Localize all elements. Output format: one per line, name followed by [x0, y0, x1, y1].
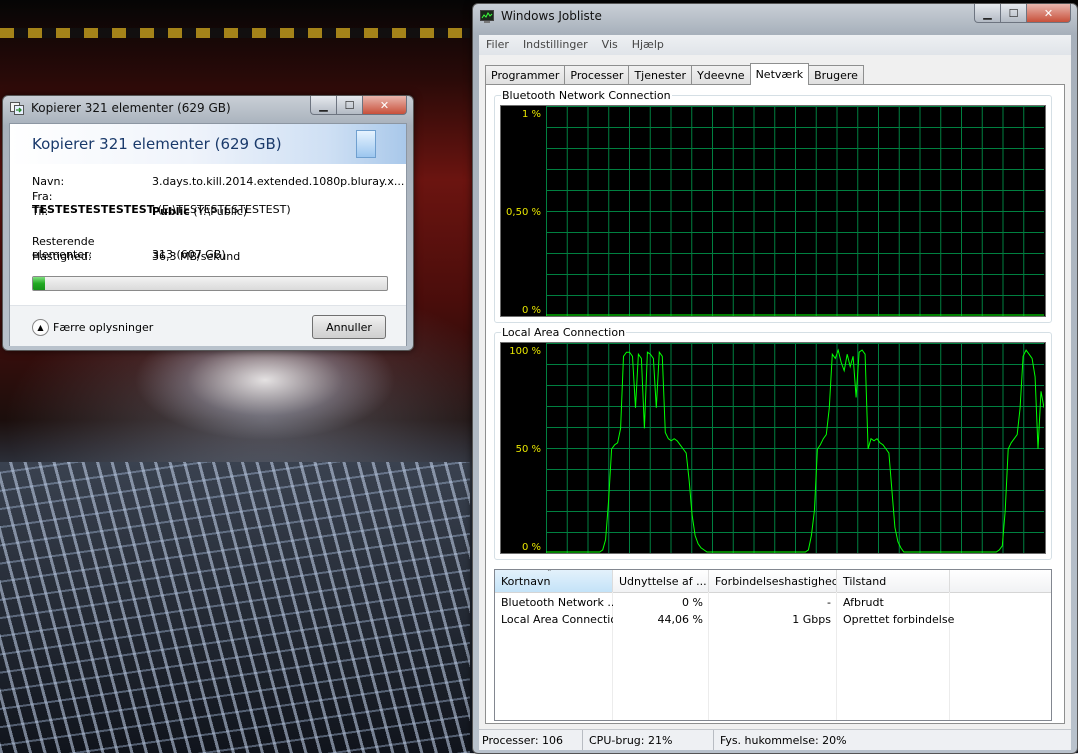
column-header-name-label: Kortnavn — [501, 574, 551, 588]
menu-view[interactable]: Vis — [595, 35, 625, 55]
lan-graph: 100 % 50 % 0 % — [500, 342, 1046, 554]
minimize-button[interactable]: ▁ — [974, 4, 1001, 23]
maximize-icon: ☐ — [1008, 6, 1019, 20]
row-speed: - — [827, 596, 831, 609]
menu-options[interactable]: Indstillinger — [516, 35, 595, 55]
row-state: Afbrudt — [843, 596, 884, 609]
tab-services[interactable]: Tjenester — [628, 65, 693, 84]
maximize-button[interactable]: ☐ — [1001, 4, 1027, 23]
lan-y-min: 0 % — [521, 542, 541, 553]
from-label: Fra: — [32, 190, 53, 203]
bluetooth-graph: 1 % 0,50 % 0 % — [500, 105, 1046, 317]
speed-row: Hastighed: 36,3 MB/sekund — [32, 250, 240, 263]
maximize-icon: ☐ — [344, 98, 355, 112]
row-speed: 1 Gbps — [792, 613, 831, 626]
task-manager-titlebar[interactable]: Windows Jobliste ▁ ☐ ✕ — [473, 4, 1077, 30]
close-icon: ✕ — [1043, 6, 1054, 20]
copy-dialog: Kopierer 321 elementer (629 GB) ▁ ☐ ✕ Ko… — [2, 95, 414, 351]
copy-progress-bar — [32, 276, 388, 291]
task-manager-window: Windows Jobliste ▁ ☐ ✕ Filer Indstilling… — [472, 3, 1078, 754]
name-value: 3.days.to.kill.2014.extended.1080p.blura… — [152, 175, 405, 188]
column-header-name[interactable]: ˄ Kortnavn — [495, 570, 613, 592]
bluetooth-graph-label: Bluetooth Network Connection — [501, 89, 672, 102]
status-processes: Processer: 106 — [479, 730, 583, 750]
to-destination-path: (Y:\Public) — [193, 205, 248, 218]
wallpaper-stripe — [0, 28, 470, 38]
wallpaper-grate — [0, 462, 470, 753]
sort-ascending-icon: ˄ — [547, 570, 552, 579]
column-header-utilization[interactable]: Udnyttelse af ... — [613, 570, 709, 592]
name-label: Navn: — [32, 175, 65, 188]
tab-networking[interactable]: Netværk — [749, 63, 810, 85]
task-manager-title: Windows Jobliste — [501, 9, 602, 23]
lan-graph-label: Local Area Connection — [501, 326, 627, 339]
copy-files-icon — [10, 102, 24, 115]
tab-processes[interactable]: Processer — [564, 65, 630, 84]
menu-bar: Filer Indstillinger Vis Hjælp — [479, 35, 1071, 55]
table-row[interactable]: Bluetooth Network ... 0 % - Afbrudt — [495, 596, 1051, 612]
copy-progress-fill — [33, 277, 46, 290]
column-header-state[interactable]: Tilstand — [837, 570, 950, 592]
task-manager-icon — [480, 10, 494, 23]
networking-panel: Bluetooth Network Connection 1 % 0,50 % … — [485, 84, 1065, 724]
close-button[interactable]: ✕ — [363, 96, 407, 115]
task-manager-caption-buttons: ▁ ☐ ✕ — [974, 4, 1071, 23]
to-row: Til: Public (Y:\Public) — [32, 205, 247, 218]
column-header-filler — [950, 570, 1051, 592]
to-label: Til: — [32, 205, 49, 218]
status-bar: Processer: 106 CPU-brug: 21% Fys. hukomm… — [479, 729, 1071, 750]
copy-dialog-banner: Kopierer 321 elementer (629 GB) — [10, 124, 406, 164]
fewer-details-toggle[interactable]: ▲ Færre oplysninger — [32, 319, 153, 336]
lan-graph-canvas — [546, 343, 1044, 553]
name-row: Navn: 3.days.to.kill.2014.extended.1080p.… — [32, 175, 404, 188]
speed-value: 36,3 MB/sekund — [152, 250, 241, 263]
speed-label: Hastighed: — [32, 250, 92, 263]
maximize-button[interactable]: ☐ — [337, 96, 363, 115]
table-row[interactable]: Local Area Connection 44,06 % 1 Gbps Opr… — [495, 613, 1051, 629]
bluetooth-y-min: 0 % — [521, 305, 541, 316]
minimize-icon: ▁ — [983, 6, 992, 20]
tab-strip: Programmer Processer Tjenester Ydeevne N… — [485, 63, 864, 85]
task-manager-body: Programmer Processer Tjenester Ydeevne N… — [479, 55, 1071, 729]
row-state: Oprettet forbindelse — [843, 613, 955, 626]
copy-dialog-title: Kopierer 321 elementer (629 GB) — [31, 101, 231, 115]
cancel-button[interactable]: Annuller — [312, 315, 386, 339]
adapter-list-header: ˄ Kortnavn Udnyttelse af ... Forbindelse… — [495, 570, 1051, 593]
copy-dialog-footer: ▲ Færre oplysninger Annuller — [10, 305, 406, 346]
bluetooth-y-max: 1 % — [521, 109, 541, 120]
column-header-speed[interactable]: Forbindelseshastighed — [709, 570, 837, 592]
close-button[interactable]: ✕ — [1027, 4, 1071, 23]
tab-performance[interactable]: Ydeevne — [691, 65, 751, 84]
status-memory: Fys. hukommelse: 20% — [720, 733, 847, 747]
row-utilization: 0 % — [682, 596, 703, 609]
bluetooth-graph-canvas — [546, 106, 1044, 316]
bluetooth-graph-group: Bluetooth Network Connection 1 % 0,50 % … — [494, 89, 1052, 323]
lan-y-mid: 50 % — [515, 444, 541, 455]
menu-help[interactable]: Hjælp — [625, 35, 671, 55]
copy-dialog-heading: Kopierer 321 elementer (629 GB) — [32, 135, 282, 153]
tab-applications[interactable]: Programmer — [485, 65, 566, 84]
document-icon — [356, 130, 376, 158]
row-utilization: 44,06 % — [657, 613, 703, 626]
tab-users[interactable]: Brugere — [808, 65, 864, 84]
copy-dialog-caption-buttons: ▁ ☐ ✕ — [310, 96, 407, 115]
copy-dialog-client: Kopierer 321 elementer (629 GB) Navn: 3.d… — [9, 123, 407, 346]
fewer-details-label: Færre oplysninger — [53, 321, 154, 334]
minimize-icon: ▁ — [319, 98, 328, 112]
bluetooth-y-mid: 0,50 % — [506, 207, 541, 218]
lan-y-max: 100 % — [509, 346, 541, 357]
row-name: Bluetooth Network ... — [501, 596, 613, 609]
to-destination-name[interactable]: Public — [152, 205, 190, 218]
row-name: Local Area Connection — [501, 613, 613, 626]
status-cpu: CPU-brug: 21% — [583, 730, 714, 750]
close-icon: ✕ — [379, 98, 390, 112]
adapter-list: ˄ Kortnavn Udnyttelse af ... Forbindelse… — [494, 569, 1052, 721]
menu-file[interactable]: Filer — [479, 35, 516, 55]
chevron-up-icon: ▲ — [32, 319, 49, 336]
minimize-button[interactable]: ▁ — [310, 96, 337, 115]
copy-dialog-titlebar[interactable]: Kopierer 321 elementer (629 GB) ▁ ☐ ✕ — [3, 96, 413, 122]
lan-graph-group: Local Area Connection 100 % 50 % 0 % — [494, 326, 1052, 560]
